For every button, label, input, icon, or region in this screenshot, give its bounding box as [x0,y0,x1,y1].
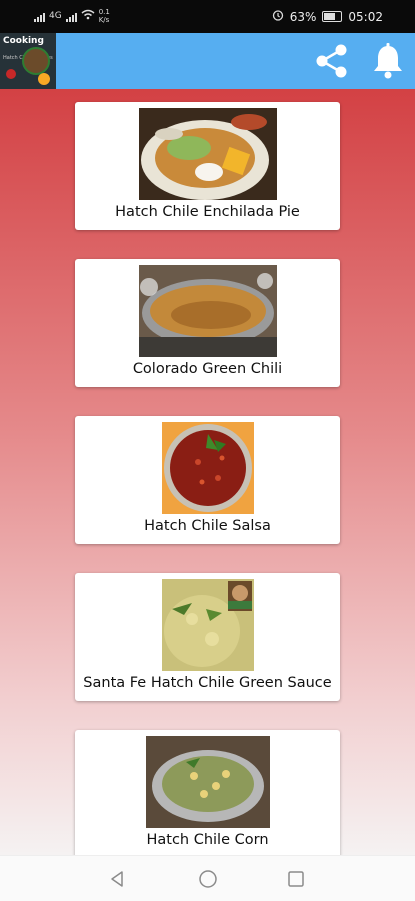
recipe-title: Hatch Chile Enchilada Pie [115,204,300,220]
alarm-icon [272,9,284,24]
wifi-icon [81,9,95,23]
system-nav-bar [0,855,415,901]
signal-1-icon [34,11,45,22]
status-right: 63% 05:02 [272,9,383,24]
bell-icon[interactable] [368,41,408,81]
recipe-card[interactable]: Hatch Chile Corn [75,730,340,855]
recipe-image-green-chili [138,265,277,357]
network-type: 4G [49,11,62,21]
recipe-image-corn [145,736,270,828]
network-speed-unit: K/s [98,16,110,24]
recipe-title: Hatch Chile Salsa [144,518,271,534]
recipe-list[interactable]: Hatch Chile Enchilada Pie Colorado Green… [0,89,415,855]
recipe-image-enchilada-pie [138,108,277,200]
recipe-card[interactable]: Colorado Green Chili [75,259,340,387]
recipe-title: Hatch Chile Corn [146,832,269,848]
logo-pepper-image [38,73,50,85]
app-bar: Cooking Hatch Chile Recipes [0,33,415,89]
recents-icon[interactable] [286,869,306,889]
clock: 05:02 [348,9,383,24]
app-logo[interactable]: Cooking Hatch Chile Recipes [0,33,56,89]
home-icon[interactable] [198,869,218,889]
share-icon[interactable] [312,41,352,81]
recipe-card[interactable]: Hatch Chile Salsa [75,416,340,544]
recipe-card[interactable]: Santa Fe Hatch Chile Green Sauce [75,573,340,701]
network-speed-value: 0.1 [98,8,110,16]
back-icon[interactable] [108,869,128,889]
recipe-title: Colorado Green Chili [132,361,283,377]
recipe-title: Santa Fe Hatch Chile Green Sauce [83,675,332,691]
recipe-image-green-sauce [161,579,254,671]
signal-2-icon [65,11,77,22]
network-speed: 0.1 K/s [99,8,110,24]
recipe-image-salsa [161,422,254,514]
battery-icon [322,11,343,22]
status-bar: 4G 0.1 K/s 63% 05:02 [0,0,415,33]
logo-bowl-image [22,47,50,75]
recipe-card[interactable]: Hatch Chile Enchilada Pie [75,102,340,230]
logo-tomato-image [6,69,16,79]
signal-indicators: 4G 0.1 K/s [34,8,110,24]
logo-text: Cooking [3,36,44,46]
battery-percent: 63% [289,9,317,24]
